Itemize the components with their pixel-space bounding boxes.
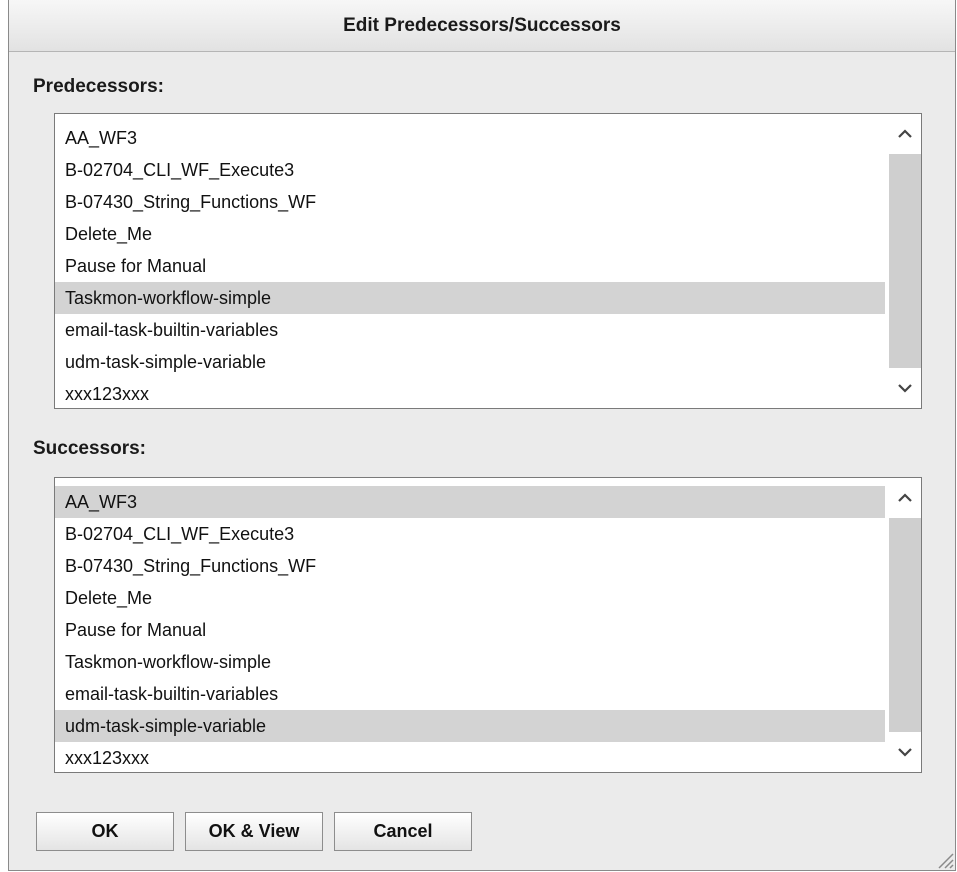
chevron-down-icon xyxy=(898,748,912,757)
list-item[interactable]: Pause for Manual xyxy=(55,250,885,282)
resize-grip-icon[interactable] xyxy=(933,848,955,870)
successors-list[interactable]: AA_WF3 B-02704_CLI_WF_Execute3 B-07430_S… xyxy=(54,477,922,773)
list-item[interactable]: xxx123xxx xyxy=(55,742,885,772)
scroll-up-button[interactable] xyxy=(889,478,921,518)
predecessors-label: Predecessors: xyxy=(33,76,164,97)
list-item[interactable]: Delete_Me xyxy=(55,218,885,250)
successors-label: Successors: xyxy=(33,438,147,459)
list-item[interactable]: Taskmon-workflow-simple xyxy=(55,646,885,678)
list-item[interactable]: email-task-builtin-variables xyxy=(55,314,885,346)
scroll-down-button[interactable] xyxy=(889,368,921,408)
list-item[interactable]: udm-task-simple-variable xyxy=(55,346,885,378)
list-item[interactable]: AA_WF3 xyxy=(55,122,885,154)
chevron-up-icon xyxy=(898,129,912,138)
list-item-selected[interactable]: udm-task-simple-variable xyxy=(55,710,885,742)
list-item[interactable]: xxx123xxx xyxy=(55,378,885,408)
successors-scrollbar[interactable] xyxy=(889,478,921,772)
chevron-down-icon xyxy=(898,384,912,393)
list-item[interactable]: Pause for Manual xyxy=(55,614,885,646)
list-item-selected[interactable]: AA_WF3 xyxy=(55,486,885,518)
chevron-up-icon xyxy=(898,493,912,502)
list-item[interactable]: B-02704_CLI_WF_Execute3 xyxy=(55,518,885,550)
edit-predecessors-successors-dialog: Edit Predecessors/Successors Predecessor… xyxy=(8,0,956,871)
scroll-up-button[interactable] xyxy=(889,114,921,154)
list-item[interactable]: B-07430_String_Functions_WF xyxy=(55,186,885,218)
predecessors-scrollbar[interactable] xyxy=(889,114,921,408)
list-item[interactable]: Delete_Me xyxy=(55,582,885,614)
list-item[interactable]: B-02704_CLI_WF_Execute3 xyxy=(55,154,885,186)
list-item-selected[interactable]: Taskmon-workflow-simple xyxy=(55,282,885,314)
cancel-button[interactable]: Cancel xyxy=(334,812,472,851)
list-item[interactable]: B-07430_String_Functions_WF xyxy=(55,550,885,582)
ok-view-button[interactable]: OK & View xyxy=(185,812,323,851)
dialog-title: Edit Predecessors/Successors xyxy=(9,0,955,52)
ok-button[interactable]: OK xyxy=(36,812,174,851)
list-item[interactable]: email-task-builtin-variables xyxy=(55,678,885,710)
predecessors-list[interactable]: AA_WF3 B-02704_CLI_WF_Execute3 B-07430_S… xyxy=(54,113,922,409)
scroll-down-button[interactable] xyxy=(889,732,921,772)
